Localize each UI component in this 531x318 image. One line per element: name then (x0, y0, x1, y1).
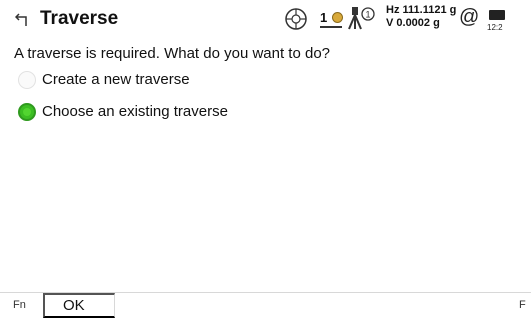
option-label: Choose an existing traverse (42, 103, 228, 120)
page-title: Traverse (40, 8, 119, 29)
svg-text:1: 1 (365, 10, 370, 20)
softkey-bar: Fn OK F (0, 292, 531, 318)
crosshair-target-icon[interactable] (284, 7, 308, 31)
clock-time: 12:2 (487, 23, 503, 32)
angle-readout: Hz 111.1121 g V 0.0002 g (386, 4, 456, 30)
title-bar: Traverse 1 1 Hz 111.1121 g V 0.0002 g @ … (0, 0, 531, 38)
fn-key[interactable]: Fn (13, 299, 26, 311)
option-create-new-traverse[interactable]: Create a new traverse (18, 69, 278, 93)
fn-key-right[interactable]: F (519, 299, 526, 311)
option-choose-existing-traverse[interactable]: Choose an existing traverse (18, 101, 278, 125)
instrument-setup-icon[interactable]: 1 (346, 5, 376, 31)
v-reading: V 0.0002 g (386, 17, 440, 29)
battery-status[interactable]: 12:2 (487, 7, 531, 35)
radio-button-unselected[interactable] (18, 71, 36, 89)
question-text: A traverse is required. What do you want… (14, 45, 331, 62)
prism-icon (332, 12, 343, 23)
hz-reading: Hz 111.1121 g (386, 4, 457, 16)
back-arrow-icon[interactable] (15, 11, 29, 27)
at-connection-icon[interactable]: @ (459, 6, 479, 29)
prism-underline (320, 26, 342, 28)
ok-button[interactable]: OK (43, 293, 115, 318)
option-label: Create a new traverse (42, 71, 190, 88)
prism-number: 1 (320, 10, 328, 25)
radio-button-selected[interactable] (18, 103, 36, 121)
battery-icon (489, 10, 505, 20)
